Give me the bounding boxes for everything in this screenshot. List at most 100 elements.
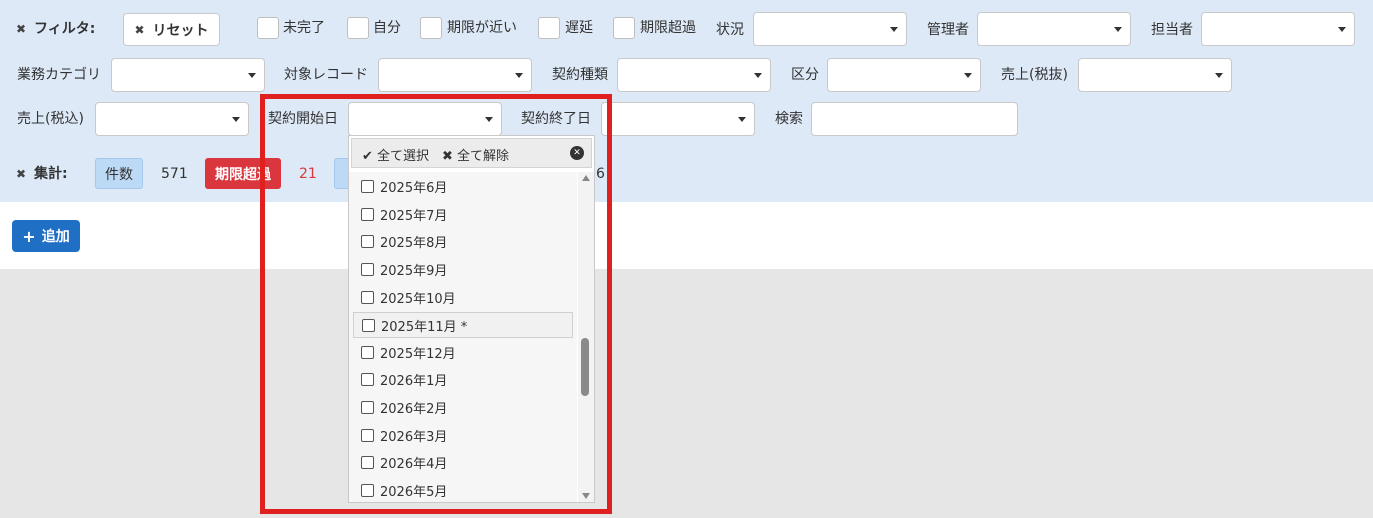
status-label: 状況 (716, 22, 744, 38)
item-checkbox[interactable] (361, 456, 374, 469)
dropdown-list: 2025年6月 2025年7月 2025年8月 2025年9月 2025年10月… (349, 172, 577, 502)
list-item[interactable]: 2026年4月 (353, 450, 573, 476)
checkbox-due-soon[interactable] (420, 17, 442, 39)
item-checkbox[interactable] (361, 401, 374, 414)
chevron-down-icon (232, 117, 240, 122)
item-checkbox[interactable] (361, 208, 374, 221)
clear-all-label: 全て解除 (457, 149, 510, 164)
search-input[interactable] (811, 102, 1018, 136)
dropdown-header: ✔ 全て選択 ✖ 全て解除 ✕ (351, 138, 592, 168)
contract-start-label: 契約開始日 (268, 111, 338, 127)
list-item[interactable]: 2026年5月 (353, 478, 573, 502)
item-checkbox[interactable] (361, 484, 374, 497)
item-checkbox[interactable] (361, 180, 374, 193)
contract-type-label: 契約種類 (552, 67, 608, 83)
item-checkbox[interactable] (361, 235, 374, 248)
plus-icon: + (22, 226, 36, 246)
summary-title: 集計: (34, 166, 68, 182)
item-checkbox[interactable] (361, 346, 374, 359)
manager-select[interactable] (977, 12, 1131, 46)
checkbox-mine[interactable] (347, 17, 369, 39)
contract-start-dropdown: ✔ 全て選択 ✖ 全て解除 ✕ 2025年6月 2025年7月 2025年8月 … (348, 135, 595, 503)
item-label: 2026年5月 (380, 485, 448, 500)
checkbox-mine-label: 自分 (373, 20, 401, 36)
list-item[interactable]: 2026年3月 (353, 423, 573, 449)
item-checkbox[interactable] (362, 319, 375, 332)
toolbar-area (0, 202, 1373, 269)
list-item[interactable]: 2025年9月 (353, 257, 573, 283)
chevron-down-icon (485, 117, 493, 122)
list-item[interactable]: 2026年1月 (353, 367, 573, 393)
check-icon: ✔ (362, 149, 373, 164)
close-dropdown-icon[interactable]: ✕ (570, 146, 584, 160)
category-select[interactable] (111, 58, 265, 92)
overdue-badge-label: 期限超過 (215, 166, 271, 183)
division-label: 区分 (791, 67, 819, 83)
list-item-highlighted[interactable]: 2025年11月 * (353, 312, 573, 338)
division-select[interactable] (827, 58, 981, 92)
checkbox-overdue[interactable] (613, 17, 635, 39)
item-label: 2026年2月 (380, 402, 448, 417)
chevron-down-icon (1114, 27, 1122, 32)
item-checkbox[interactable] (361, 429, 374, 442)
sales-in-tax-label: 売上(税込) (17, 111, 84, 127)
sales-in-tax-select[interactable] (95, 102, 249, 136)
item-label: 2026年1月 (380, 374, 448, 389)
dropdown-scrollbar[interactable] (578, 172, 594, 502)
item-label: 2025年7月 (380, 209, 448, 224)
list-item[interactable]: 2025年12月 (353, 340, 573, 366)
chevron-down-icon (515, 73, 523, 78)
add-button-label: 追加 (41, 229, 70, 245)
item-checkbox[interactable] (361, 291, 374, 304)
list-item[interactable]: 2025年8月 (353, 229, 573, 255)
item-label: 2026年3月 (380, 430, 448, 445)
chevron-down-icon (1338, 27, 1346, 32)
chevron-down-icon (738, 117, 746, 122)
contract-end-label: 契約終了日 (521, 111, 591, 127)
scroll-up-icon[interactable] (582, 175, 590, 181)
add-button[interactable]: + 追加 (12, 220, 80, 252)
list-item[interactable]: 2026年2月 (353, 395, 573, 421)
item-label: 2025年9月 (380, 264, 448, 279)
checkbox-delayed-label: 遅延 (565, 20, 593, 36)
clear-all-button[interactable]: ✖ 全て解除 (442, 145, 509, 164)
close-icon: ✖ (442, 149, 453, 164)
assignee-select[interactable] (1201, 12, 1355, 46)
checkbox-due-soon-label: 期限が近い (447, 20, 517, 36)
filter-title: フィルタ: (34, 21, 96, 37)
partial-value: 6 (596, 166, 605, 182)
target-record-label: 対象レコード (284, 67, 368, 83)
item-checkbox[interactable] (361, 263, 374, 276)
target-record-select[interactable] (378, 58, 532, 92)
reset-button[interactable]: ✖ リセット (123, 13, 220, 46)
checkbox-incomplete-label: 未完了 (283, 20, 325, 36)
count-value: 571 (161, 166, 188, 182)
select-all-label: 全て選択 (377, 149, 430, 164)
manager-label: 管理者 (927, 22, 969, 38)
item-label: 2025年6月 (380, 181, 448, 196)
scroll-down-icon[interactable] (582, 493, 590, 499)
assignee-label: 担当者 (1151, 22, 1193, 38)
list-item[interactable]: 2025年10月 (353, 285, 573, 311)
contract-end-select[interactable] (601, 102, 755, 136)
checkbox-delayed[interactable] (538, 17, 560, 39)
status-select[interactable] (753, 12, 907, 46)
checkbox-incomplete[interactable] (257, 17, 279, 39)
list-item[interactable]: 2025年6月 (353, 174, 573, 200)
list-item[interactable]: 2025年7月 (353, 202, 573, 228)
overdue-badge: 期限超過 (205, 158, 281, 189)
sales-ex-tax-select[interactable] (1078, 58, 1232, 92)
reset-icon: ✖ (134, 22, 145, 37)
collapse-filter-icon[interactable]: ✖ (16, 19, 26, 39)
chevron-down-icon (1215, 73, 1223, 78)
chevron-down-icon (964, 73, 972, 78)
contract-type-select[interactable] (617, 58, 771, 92)
item-label: 2025年12月 (380, 347, 456, 362)
scroll-thumb[interactable] (581, 338, 589, 396)
category-label: 業務カテゴリ (17, 67, 101, 83)
reset-button-label: リセット (152, 22, 209, 39)
collapse-summary-icon[interactable]: ✖ (16, 164, 26, 184)
item-checkbox[interactable] (361, 373, 374, 386)
select-all-button[interactable]: ✔ 全て選択 (362, 145, 429, 164)
contract-start-select[interactable] (348, 102, 502, 136)
